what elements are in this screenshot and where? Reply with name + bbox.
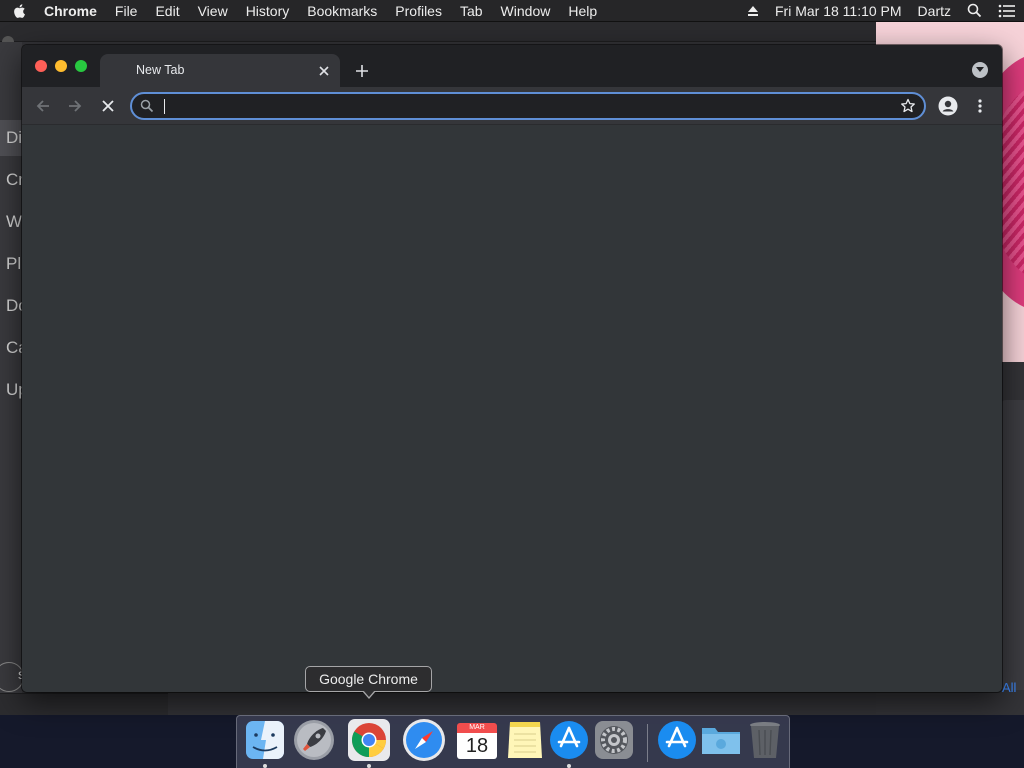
dock: MAR 18 <box>236 715 790 768</box>
tab-strip: New Tab <box>22 45 1002 87</box>
calendar-month: MAR <box>457 723 497 733</box>
tab-title: New Tab <box>136 63 185 77</box>
folder-icon <box>702 728 740 754</box>
dock-item-notes[interactable] <box>503 718 547 762</box>
chrome-icon <box>348 719 390 761</box>
notes-icon <box>508 722 542 758</box>
dock-tooltip: Google Chrome <box>305 666 432 692</box>
menubar-clock[interactable]: Fri Mar 18 11:10 PM <box>767 3 910 19</box>
calendar-icon: MAR 18 <box>457 720 497 760</box>
chrome-window: New Tab <box>22 45 1002 692</box>
see-all-link[interactable]: All <box>1002 680 1016 695</box>
background-sidebar-item[interactable]: Di <box>6 128 22 148</box>
bookmark-star-icon[interactable] <box>900 98 916 119</box>
rocket-icon <box>294 720 334 760</box>
trash-icon <box>750 722 780 758</box>
tab-close-icon[interactable] <box>314 61 334 81</box>
dock-item-applications[interactable] <box>655 718 699 762</box>
background-sidebar-item[interactable]: Up <box>6 380 22 400</box>
menu-tab[interactable]: Tab <box>451 0 492 22</box>
dock-item-calendar[interactable]: MAR 18 <box>455 718 499 762</box>
menu-bar: Chrome File Edit View History Bookmarks … <box>0 0 1024 22</box>
search-icon <box>140 99 154 118</box>
spotlight-search-icon[interactable] <box>959 3 990 18</box>
text-caret <box>164 99 165 114</box>
calendar-day: 18 <box>457 733 497 759</box>
background-app-footer <box>0 693 168 715</box>
dock-item-system-preferences[interactable] <box>592 718 636 762</box>
compass-icon <box>403 719 445 761</box>
background-sidebar-item[interactable]: Do <box>6 296 22 316</box>
dock-item-finder[interactable] <box>243 718 287 768</box>
dock-item-safari[interactable] <box>402 718 446 762</box>
running-indicator <box>367 764 371 768</box>
dock-item-launchpad[interactable] <box>292 718 336 762</box>
gear-icon <box>595 721 633 759</box>
background-right-card <box>1000 400 1024 690</box>
menu-app-name[interactable]: Chrome <box>38 0 106 22</box>
address-bar[interactable] <box>130 92 926 120</box>
tab-search-chevron-icon[interactable] <box>972 62 988 78</box>
tab-new-tab[interactable]: New Tab <box>100 54 340 87</box>
menu-help[interactable]: Help <box>559 0 606 22</box>
more-menu-kebab-icon[interactable] <box>967 93 993 119</box>
menu-file[interactable]: File <box>106 0 147 22</box>
eject-icon[interactable] <box>739 5 767 17</box>
back-arrow-icon[interactable] <box>30 93 56 119</box>
apple-menu-icon[interactable] <box>0 3 38 19</box>
notification-center-icon[interactable] <box>990 4 1024 18</box>
background-app-titlebar <box>0 22 876 42</box>
menu-edit[interactable]: Edit <box>146 0 188 22</box>
dock-item-downloads[interactable] <box>699 718 743 762</box>
new-tab-plus-icon[interactable] <box>350 59 374 83</box>
menu-profiles[interactable]: Profiles <box>386 0 451 22</box>
dock-item-app-store[interactable] <box>547 718 591 768</box>
profile-avatar-icon[interactable] <box>935 93 961 119</box>
menu-bookmarks[interactable]: Bookmarks <box>298 0 386 22</box>
dock-tooltip-arrow-fill <box>363 690 375 697</box>
running-indicator <box>263 764 267 768</box>
window-zoom-button[interactable] <box>75 60 87 72</box>
dock-item-trash[interactable] <box>743 718 787 762</box>
app-store-icon <box>658 721 696 759</box>
browser-toolbar <box>22 87 1002 125</box>
forward-arrow-icon[interactable] <box>62 93 88 119</box>
menu-window[interactable]: Window <box>492 0 560 22</box>
window-minimize-button[interactable] <box>55 60 67 72</box>
stop-loading-icon[interactable] <box>95 93 121 119</box>
app-store-icon <box>550 721 588 759</box>
address-input[interactable] <box>162 97 882 115</box>
finder-icon <box>246 721 284 759</box>
dock-separator <box>647 724 648 762</box>
page-content-area[interactable] <box>22 125 1002 692</box>
running-indicator <box>567 764 571 768</box>
window-close-button[interactable] <box>35 60 47 72</box>
menu-view[interactable]: View <box>189 0 237 22</box>
background-sidebar-item[interactable]: Cr <box>6 170 22 190</box>
background-sidebar-item[interactable]: Pl <box>6 254 22 274</box>
background-sidebar-item[interactable]: W <box>6 212 22 232</box>
dock-item-google-chrome[interactable] <box>347 718 391 768</box>
menu-history[interactable]: History <box>237 0 299 22</box>
menubar-user[interactable]: Dartz <box>910 3 959 19</box>
background-sidebar-item[interactable]: Ca <box>6 338 22 358</box>
